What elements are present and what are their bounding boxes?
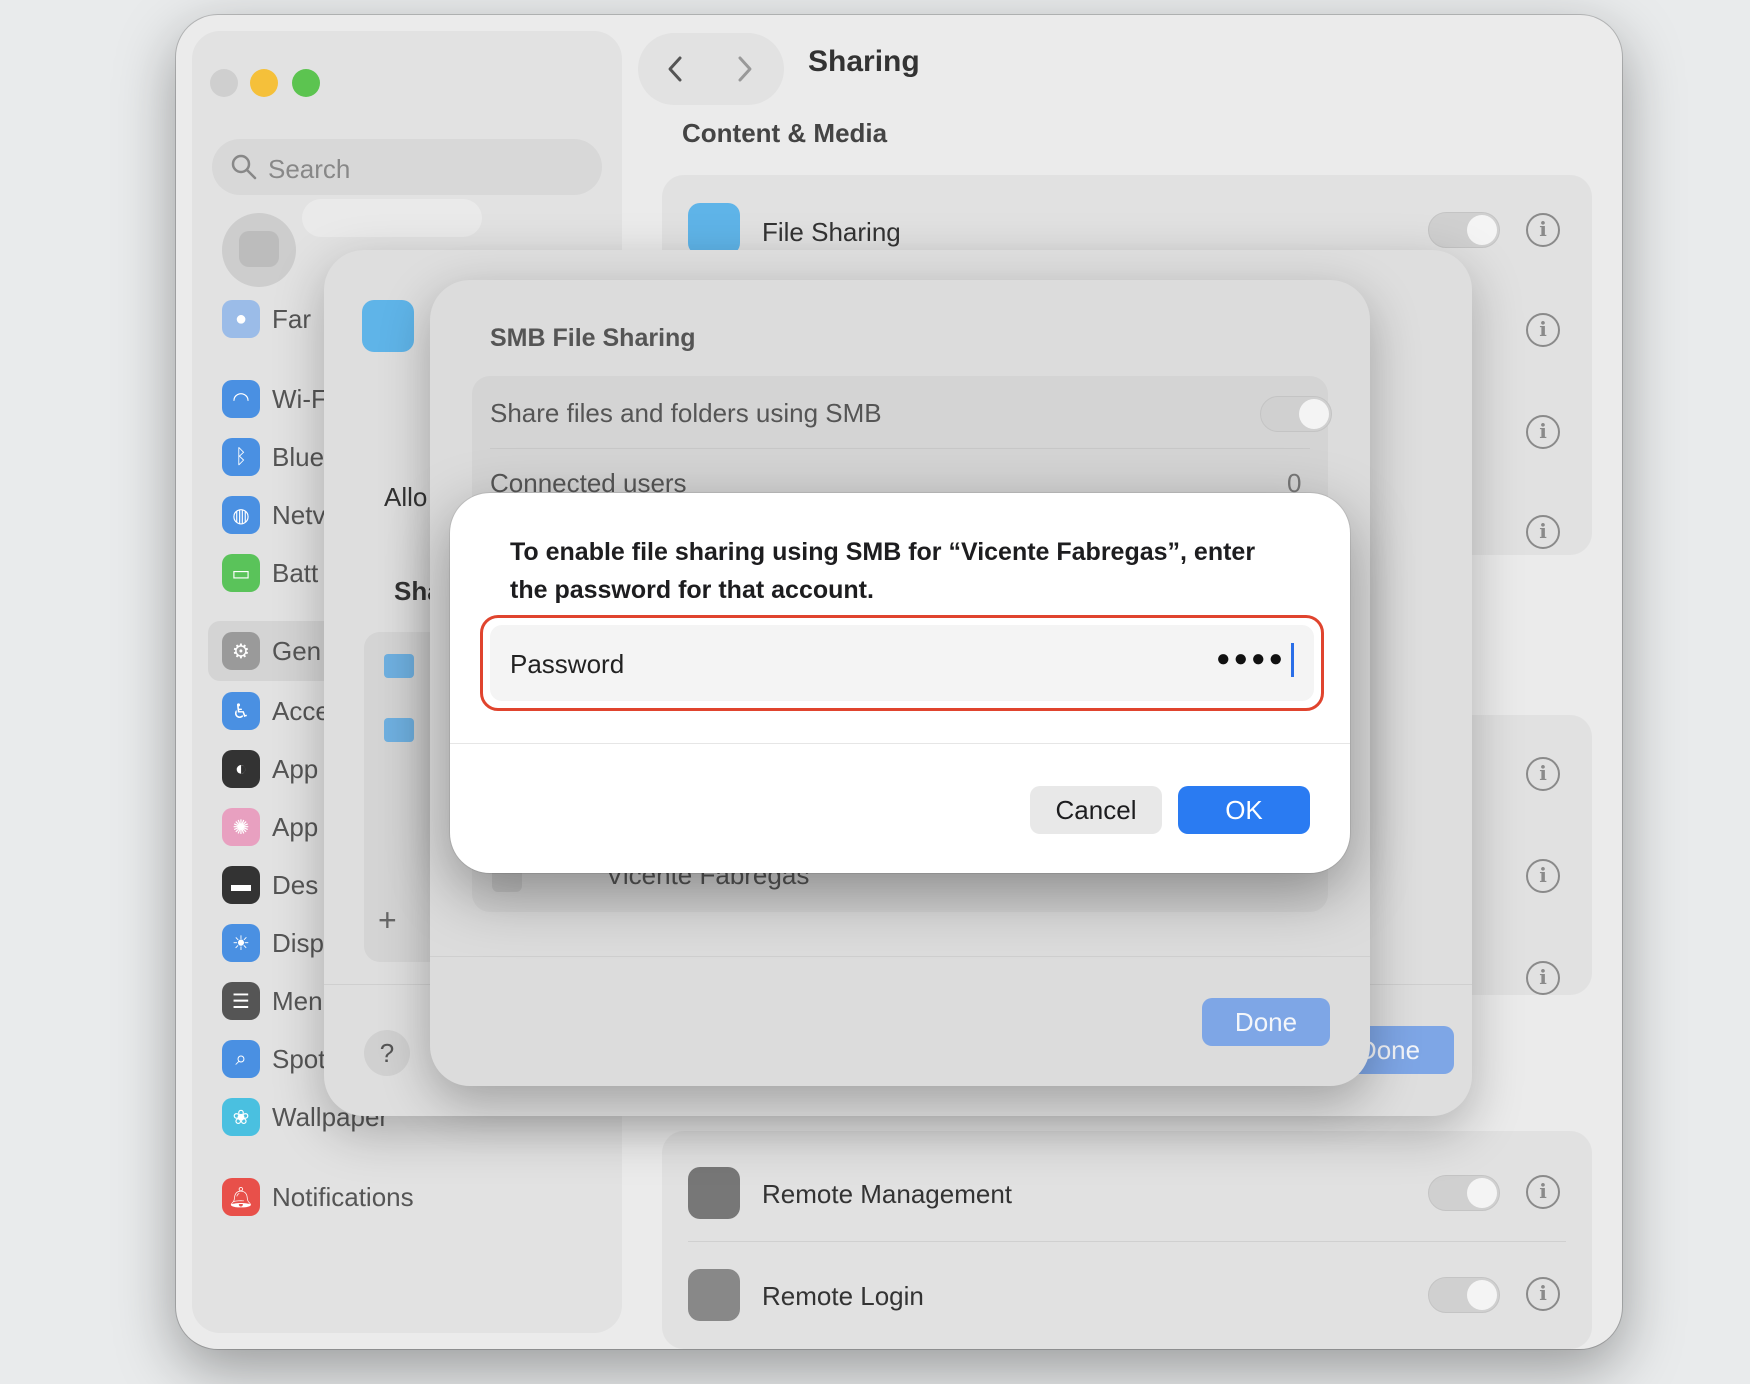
sidebar-item-label: Batt: [272, 557, 319, 588]
info-icon[interactable]: i: [1526, 515, 1560, 549]
sidebar-item-general[interactable]: ⚙ Gen: [222, 629, 321, 673]
info-icon[interactable]: i: [1526, 1277, 1560, 1311]
folder-icon: [384, 654, 414, 678]
sidebar-item-menu-bar[interactable]: ☰ Men: [222, 979, 323, 1023]
alert-divider: [450, 743, 1350, 744]
password-alert: To enable file sharing using SMB for “Vi…: [450, 493, 1350, 873]
sidebar-item-label: Far: [272, 303, 311, 334]
wallpaper-icon: ❀: [222, 1098, 260, 1136]
alert-message: To enable file sharing using SMB for “Vi…: [510, 538, 1256, 604]
cancel-button[interactable]: Cancel: [1030, 786, 1162, 834]
appearance-icon: ◐: [222, 750, 260, 788]
info-icon[interactable]: i: [1526, 961, 1560, 995]
forward-icon[interactable]: [730, 55, 758, 83]
close-button[interactable]: [210, 69, 238, 97]
display-icon: ☀: [222, 924, 260, 962]
folder-icon: [384, 718, 414, 742]
done-button[interactable]: Done: [1202, 998, 1330, 1046]
binoculars-icon: [688, 1167, 740, 1219]
folder-icon: [688, 203, 740, 255]
sidebar-item-label: Disp: [272, 927, 325, 958]
sidebar-item-label: Notifications: [272, 1181, 414, 1212]
sidebar-item-label: App: [272, 811, 319, 842]
accessibility-icon: ♿: [222, 692, 260, 730]
back-icon[interactable]: [662, 55, 690, 83]
nav-buttons: [638, 33, 784, 105]
remote-management-toggle[interactable]: [1428, 1175, 1500, 1211]
section-header: Content & Media: [682, 118, 888, 148]
sidebar-item-label: App: [272, 753, 319, 784]
search-icon: [231, 154, 257, 180]
share-smb-label: Share files and folders using SMB: [490, 398, 882, 428]
password-label: Password: [510, 649, 625, 679]
account-name-placeholder: [302, 199, 482, 237]
sidebar-item-desktop[interactable]: ▬ Des: [222, 863, 318, 907]
search-field[interactable]: Search: [212, 139, 602, 195]
minimize-button[interactable]: [250, 69, 278, 97]
sidebar-item-notifications[interactable]: 🔔︎ Notifications: [222, 1175, 414, 1219]
password-dots: ●●●●: [1216, 645, 1286, 672]
sheet-title: SMB File Sharing: [490, 324, 696, 352]
remote-card: Remote Management i Remote Login i: [662, 1131, 1592, 1349]
ok-button[interactable]: OK: [1178, 786, 1310, 834]
info-icon[interactable]: i: [1526, 313, 1560, 347]
remote-management-label: Remote Management: [762, 1179, 1013, 1209]
sidebar-item-label: Des: [272, 869, 319, 900]
allow-label: Allo: [384, 482, 428, 512]
sidebar-item-family[interactable]: ● Far: [222, 297, 311, 341]
info-icon[interactable]: i: [1526, 1175, 1560, 1209]
add-button[interactable]: +: [378, 902, 397, 939]
sidebar-item-label: Acce: [272, 695, 330, 726]
file-sharing-toggle[interactable]: [1428, 212, 1500, 248]
family-icon: ●: [222, 300, 260, 338]
apple-intelligence-icon: ✺: [222, 808, 260, 846]
file-sharing-label: File Sharing: [762, 217, 901, 247]
menu-bar-icon: ☰: [222, 982, 260, 1020]
wifi-icon: ◠: [222, 380, 260, 418]
battery-icon: ▭: [222, 554, 260, 592]
sidebar-item-bluetooth[interactable]: ᛒ Blue: [222, 435, 324, 479]
info-icon[interactable]: i: [1526, 213, 1560, 247]
sidebar-item-label: Blue: [272, 441, 325, 472]
sidebar-item-displays[interactable]: ☀ Disp: [222, 921, 324, 965]
sidebar-item-label: Gen: [272, 635, 322, 666]
sidebar-item-label: Wi-F: [272, 383, 327, 414]
sidebar-item-wifi[interactable]: ◠ Wi-F: [222, 377, 327, 421]
terminal-icon: [688, 1269, 740, 1321]
sidebar-item-network[interactable]: ◍ Netv: [222, 493, 325, 537]
info-icon[interactable]: i: [1526, 859, 1560, 893]
search-placeholder: Search: [268, 154, 351, 184]
info-icon[interactable]: i: [1526, 757, 1560, 791]
gear-icon: ⚙: [222, 632, 260, 670]
sidebar-item-battery[interactable]: ▭ Batt: [222, 551, 318, 595]
network-icon: ◍: [222, 496, 260, 534]
sidebar-item-label: Netv: [272, 499, 326, 530]
share-smb-toggle[interactable]: [1260, 396, 1332, 432]
text-cursor: [1291, 643, 1294, 677]
sidebar-item-label: Men: [272, 985, 323, 1016]
help-button[interactable]: ?: [364, 1030, 410, 1076]
info-icon[interactable]: i: [1526, 415, 1560, 449]
folder-icon: [362, 300, 414, 352]
bluetooth-icon: ᛒ: [222, 438, 260, 476]
sidebar-item-apple-intelligence[interactable]: ✺ App: [222, 805, 318, 849]
desktop-icon: ▬: [222, 866, 260, 904]
avatar[interactable]: [222, 213, 296, 287]
remote-login-label: Remote Login: [762, 1281, 924, 1311]
spotlight-icon: ⌕: [222, 1040, 260, 1078]
window-title: Sharing: [808, 45, 920, 78]
zoom-button[interactable]: [292, 69, 320, 97]
sidebar-item-accessibility[interactable]: ♿ Acce: [222, 689, 330, 733]
remote-login-toggle[interactable]: [1428, 1277, 1500, 1313]
sidebar-item-appearance[interactable]: ◐ App: [222, 747, 318, 791]
notifications-icon: 🔔︎: [222, 1178, 260, 1216]
password-field[interactable]: Password ●●●●: [490, 625, 1314, 701]
